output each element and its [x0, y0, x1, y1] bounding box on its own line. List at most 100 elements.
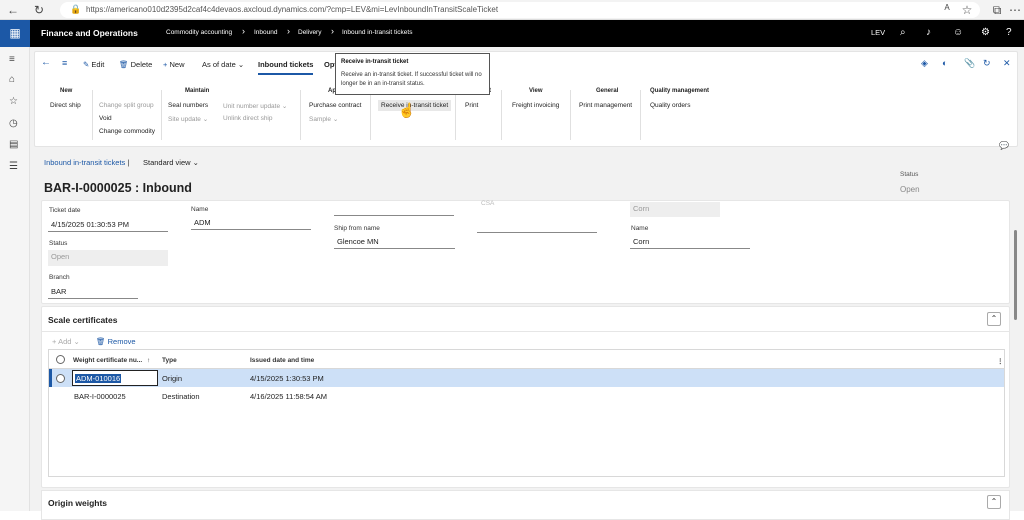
back-icon[interactable]: ← [6, 3, 20, 17]
table-row[interactable]: ADM-010016 Origin 4/15/2025 1:30:53 PM [49, 369, 1004, 387]
help-icon[interactable]: ? [1006, 27, 1012, 38]
back-arrow-icon[interactable]: ← [41, 57, 51, 68]
breadcrumb-item[interactable]: Inbound [254, 29, 278, 36]
add-button[interactable]: + Add ⌄ [52, 337, 80, 346]
new-button[interactable]: + New [163, 60, 185, 69]
ship-from-label: Ship from name [334, 225, 380, 232]
notification-bell-icon[interactable]: ♪ [926, 27, 931, 38]
search-icon[interactable]: ⌕ [900, 27, 906, 38]
page-breadcrumb-link[interactable]: Inbound in-transit tickets [44, 158, 125, 167]
remove-label: Remove [107, 337, 136, 346]
diamond-icon[interactable]: ◈ [921, 58, 928, 69]
print-management-button[interactable]: Print management [579, 102, 632, 109]
collapse-chevron-up-icon[interactable]: ⌃ [987, 312, 1001, 326]
read-aloud-icon[interactable]: A [940, 3, 954, 12]
delete-button[interactable]: 🗑 Delete [119, 60, 152, 69]
row-select-radio[interactable] [56, 374, 65, 383]
refresh-icon[interactable]: ↻ [32, 3, 46, 17]
change-commodity-button[interactable]: Change commodity [99, 128, 155, 135]
office-icon[interactable]: ◐ [942, 58, 947, 68]
app-launcher-icon[interactable]: ▦ [0, 20, 30, 47]
site-update-button[interactable]: Site update ⌄ [168, 115, 208, 123]
close-icon[interactable]: ✕ [1003, 58, 1011, 69]
status-field-label: Status [49, 240, 68, 247]
address-bar[interactable]: 🔒 https://americano010d2395d2caf4c4devao… [60, 2, 980, 18]
view-selector[interactable]: Standard view ⌄ [143, 158, 199, 167]
select-all-radio[interactable] [56, 355, 65, 364]
favorites-star-icon[interactable]: ☆ [9, 96, 18, 107]
type-cell: Origin [162, 374, 183, 383]
freight-invoicing-button[interactable]: Freight invoicing [512, 102, 559, 109]
modules-list-icon[interactable]: ☰ [9, 161, 18, 172]
quality-orders-button[interactable]: Quality orders [650, 102, 690, 109]
company-picker[interactable]: LEV [871, 28, 885, 37]
column-header-weight-certificate[interactable]: Weight certificate nu... [73, 357, 142, 364]
refresh-icon[interactable]: ↻ [983, 58, 991, 69]
purchase-contract-button[interactable]: Purchase contract [309, 102, 361, 109]
chevron-down-icon: ⌄ [237, 60, 245, 69]
page-breadcrumb[interactable]: Inbound in-transit tickets | [44, 158, 129, 167]
add-label: Add [58, 337, 72, 346]
weight-certificate-cell: BAR-I-0000025 [74, 392, 126, 401]
void-button[interactable]: Void [99, 115, 112, 122]
breadcrumb-item[interactable]: Delivery [298, 29, 321, 36]
hamburger-menu-icon[interactable]: ≡ [9, 54, 15, 65]
divider [161, 90, 162, 140]
scale-certificates-title[interactable]: Scale certificates [48, 315, 117, 325]
commodity-name-field[interactable]: Corn [630, 235, 750, 249]
chevron-right-icon: › [287, 26, 290, 36]
divider [92, 90, 93, 140]
app-title[interactable]: Finance and Operations [41, 28, 138, 38]
ticket-date-field[interactable]: 4/15/2025 01:30:53 PM [48, 218, 168, 232]
settings-gear-icon[interactable]: ⚙ [981, 27, 990, 38]
home-icon[interactable]: ⌂ [9, 74, 15, 85]
table-row[interactable]: BAR-I-0000025 Destination 4/16/2025 11:5… [49, 387, 1004, 405]
print-button[interactable]: Print [465, 102, 478, 109]
page-scrollbar[interactable] [1014, 230, 1017, 320]
unit-number-update-button[interactable]: Unit number update ⌄ [223, 102, 287, 110]
origin-weights-title[interactable]: Origin weights [48, 498, 107, 508]
tab-inbound-tickets[interactable]: Inbound tickets [258, 60, 314, 75]
seal-numbers-button[interactable]: Seal numbers [168, 102, 208, 109]
workspaces-icon[interactable]: ▤ [9, 139, 18, 150]
divider [640, 90, 641, 140]
divider [501, 90, 502, 140]
field-underline [334, 215, 454, 216]
sample-button[interactable]: Sample ⌄ [309, 115, 338, 123]
remove-button[interactable]: 🗑 Remove [96, 337, 136, 346]
ship-from-field[interactable]: Glencoe MN [334, 235, 455, 249]
attachments-icon[interactable]: 📎 [964, 58, 975, 69]
weight-certificate-value: ADM-010016 [75, 374, 122, 383]
more-icon[interactable]: ⋯ [1008, 3, 1022, 17]
chevron-right-icon: › [331, 26, 334, 36]
feedback-smiley-icon[interactable]: ☺ [953, 27, 963, 38]
branch-field[interactable]: BAR [48, 285, 138, 299]
breadcrumb-item[interactable]: Inbound in-transit tickets [342, 29, 412, 36]
weight-certificate-input[interactable]: ADM-010016 [72, 370, 158, 386]
commodity-partial-label: CSA [481, 200, 495, 207]
group-header-maintain: Maintain [185, 88, 210, 94]
favorite-star-icon[interactable]: ☆ [960, 3, 974, 17]
chat-icon[interactable]: 💬 [999, 141, 1009, 150]
group-header-general: General [596, 88, 619, 94]
pencil-icon: ✎ [83, 60, 90, 69]
column-header-type[interactable]: Type [162, 357, 177, 364]
issued-cell: 4/16/2025 11:58:54 AM [250, 392, 328, 401]
extensions-icon[interactable]: ⧉ [990, 3, 1004, 18]
as-of-date-button[interactable]: As of date ⌄ [202, 60, 244, 69]
sort-arrow-up-icon[interactable]: ↑ [147, 357, 150, 364]
recent-clock-icon[interactable]: ◷ [9, 118, 18, 129]
new-label: New [169, 60, 185, 69]
edit-button[interactable]: ✎ Edit [83, 60, 104, 69]
navigation-pane: ≡ ⌂ ☆ ◷ ▤ ☰ [0, 47, 30, 511]
column-header-issued[interactable]: Issued date and time [250, 357, 314, 364]
more-options-icon[interactable]: ⋮ [997, 357, 1004, 365]
collapse-chevron-up-icon[interactable]: ⌃ [987, 495, 1001, 509]
name-field[interactable]: ADM [191, 216, 311, 230]
list-menu-icon[interactable]: ≡ [62, 58, 67, 68]
unlink-direct-ship-button[interactable]: Unlink direct ship [223, 115, 273, 122]
status-field: Open [48, 250, 168, 266]
breadcrumb-item[interactable]: Commodity accounting [166, 29, 232, 36]
direct-ship-button[interactable]: Direct ship [50, 102, 81, 109]
change-split-group-button[interactable]: Change split group [99, 102, 154, 109]
